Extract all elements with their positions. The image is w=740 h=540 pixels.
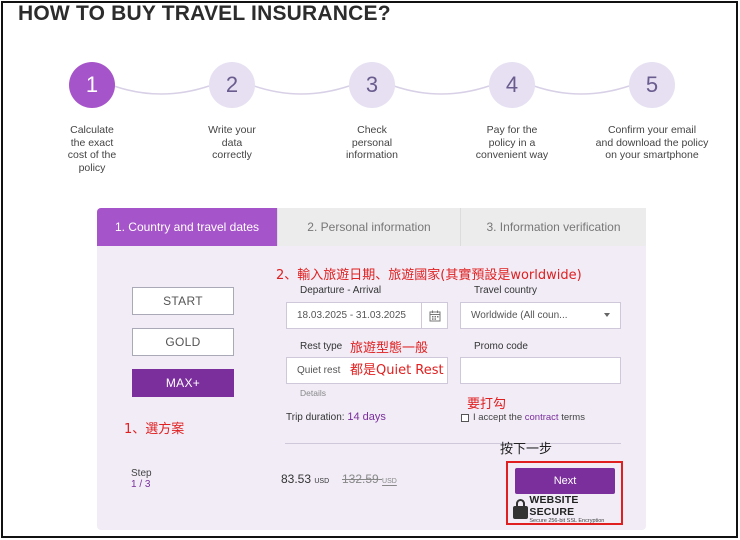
- tab-personal-information[interactable]: 2. Personal information: [278, 208, 461, 246]
- step-2-caption: Write your data correctly: [208, 124, 256, 161]
- contract-link[interactable]: contract: [525, 412, 559, 423]
- accept-terms-checkbox[interactable]: [461, 414, 469, 422]
- next-button[interactable]: Next: [515, 468, 615, 494]
- secure-badge-subtitle: Secure 256-bit SSL Encryption: [529, 518, 605, 524]
- divider: [285, 443, 621, 444]
- step-3-caption: Check personal information: [346, 124, 398, 161]
- old-price: 132.59 USD: [342, 472, 397, 486]
- country-select[interactable]: Worldwide (All coun...: [460, 302, 621, 329]
- secure-badge-title: WEBSITE SECURE: [529, 494, 579, 518]
- plan-max-plus-button[interactable]: MAX+: [132, 369, 234, 397]
- annotation-dates: 2、輸入旅遊日期、旅遊國家(其實預設是worldwide): [276, 268, 582, 283]
- annotation-next: 按下一步: [500, 442, 553, 457]
- accept-terms-text: I accept the contract terms: [473, 412, 585, 423]
- promo-code-input[interactable]: [460, 357, 621, 384]
- current-price: 83.53 USD: [281, 472, 330, 486]
- steps-progress: 1 2 3 4 5 Calculate the exact cost of the p…: [0, 62, 740, 182]
- annotation-plan: 1、選方案: [124, 422, 185, 437]
- website-secure-badge: WEBSITE SECURE Secure 256-bit SSL Encryp…: [513, 494, 616, 524]
- step-5-circle: 5: [629, 62, 675, 108]
- step-3-circle: 3: [349, 62, 395, 108]
- step-2-circle: 2: [209, 62, 255, 108]
- rest-type-label: Rest type: [300, 341, 343, 352]
- country-value: Worldwide (All coun...: [471, 310, 568, 321]
- tab-country-and-dates[interactable]: 1. Country and travel dates: [97, 208, 278, 246]
- page-title: HOW TO BUY TRAVEL INSURANCE?: [18, 2, 391, 25]
- dates-value: 18.03.2025 - 31.03.2025: [297, 310, 406, 321]
- form-tabs: 1. Country and travel dates 2. Personal …: [97, 208, 646, 246]
- dates-label: Departure - Arrival: [300, 285, 382, 296]
- plan-gold-button[interactable]: GOLD: [132, 328, 234, 356]
- calendar-icon[interactable]: [421, 303, 447, 328]
- step-5-caption: Confirm your email and download the polic…: [595, 124, 709, 161]
- annotation-rest-line2: 都是Quiet Rest: [350, 363, 444, 378]
- lock-icon: [513, 499, 528, 519]
- dates-field[interactable]: 18.03.2025 - 31.03.2025: [286, 302, 448, 329]
- chevron-down-icon: [604, 313, 610, 317]
- rest-type-value: Quiet rest: [297, 365, 341, 376]
- trip-duration-label: Trip duration:: [286, 412, 345, 423]
- annotation-check: 要打勾: [467, 397, 507, 412]
- trip-duration: Trip duration: 14 days: [286, 411, 386, 423]
- step-1-circle: 1: [69, 62, 115, 108]
- step-1-caption: Calculate the exact cost of the policy: [67, 124, 117, 174]
- trip-duration-value: 14 days: [347, 411, 386, 423]
- details-link[interactable]: Details: [300, 388, 326, 398]
- annotation-rest-line1: 旅遊型態一般: [350, 341, 429, 356]
- step-4-circle: 4: [489, 62, 535, 108]
- plan-start-button[interactable]: START: [132, 287, 234, 315]
- step-indicator: Step 1 / 3: [131, 468, 152, 490]
- step-4-caption: Pay for the policy in a convenient way: [475, 124, 549, 161]
- country-label: Travel country: [474, 285, 537, 296]
- tab-information-verification[interactable]: 3. Information verification: [461, 208, 646, 246]
- promo-code-label: Promo code: [474, 341, 528, 352]
